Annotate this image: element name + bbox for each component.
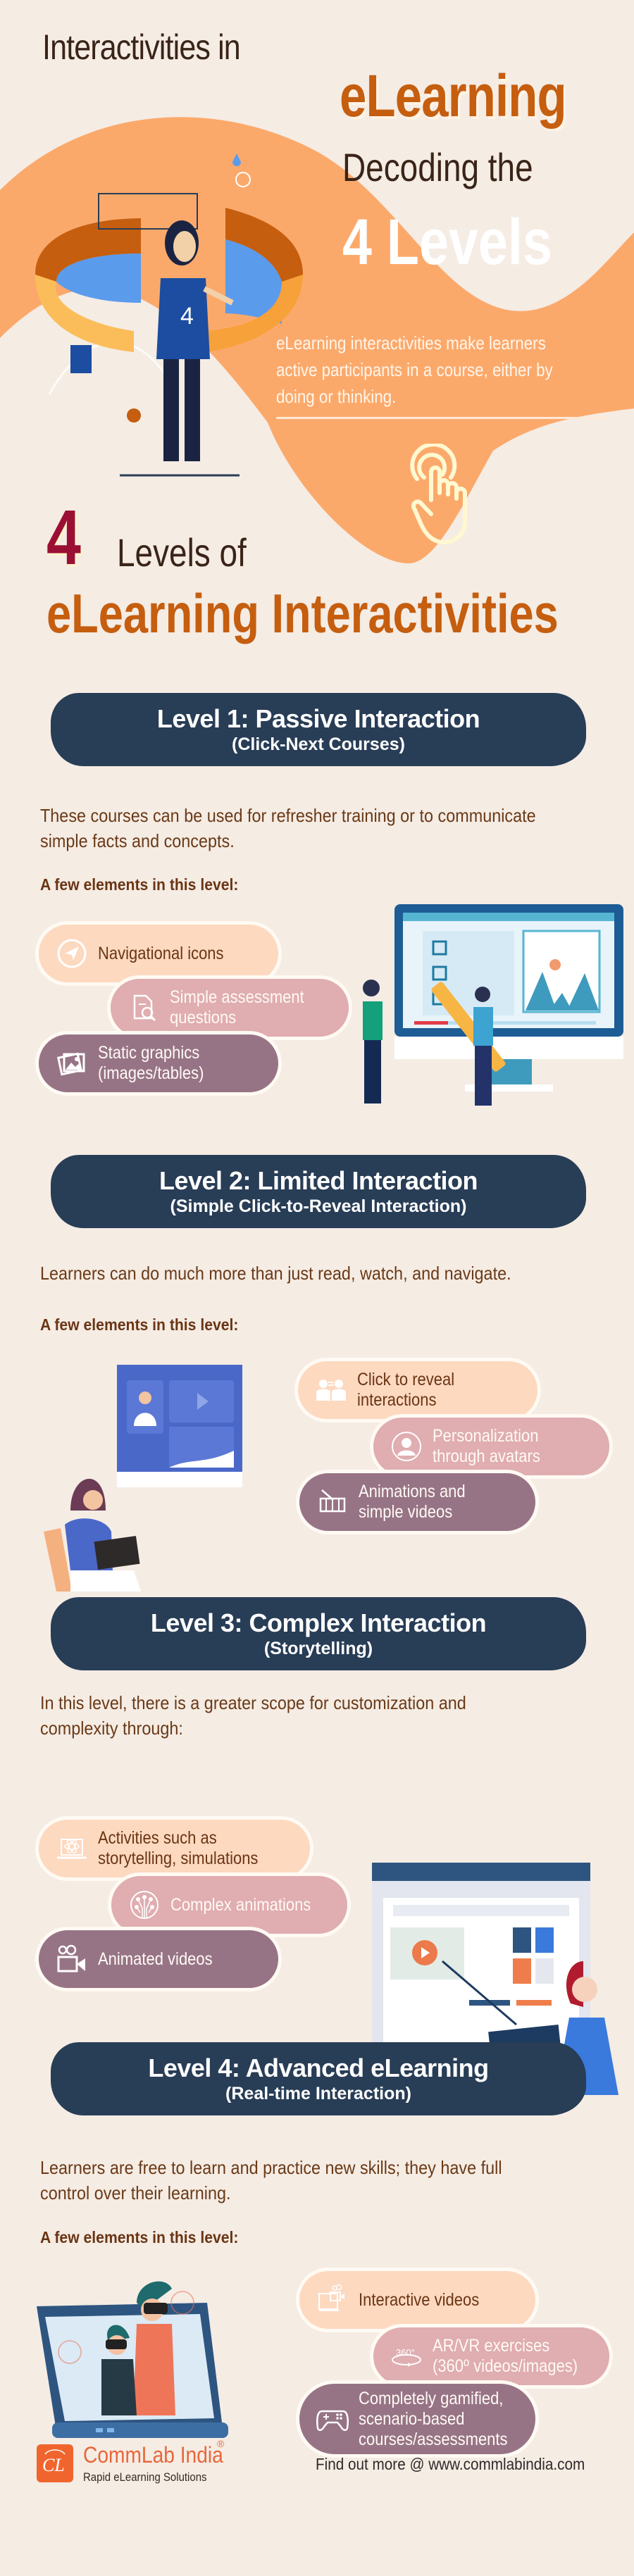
element-label: Static graphics (images/tables) (98, 1043, 204, 1083)
film-strip-icon (319, 1489, 346, 1513)
hero-description: eLearning interactivities make learners … (276, 332, 553, 407)
level-4-subtitle: (Real-time Interaction) (225, 2084, 411, 2103)
level-3-title: Level 3: Complex Interaction (150, 1608, 487, 1637)
element-label: Animations and simple videos (359, 1482, 466, 1522)
hero-title-4-levels: 4 Levels (342, 206, 552, 278)
hero-title-line-1: Interactivities in (42, 27, 241, 67)
element-label: Click to reveal interactions (357, 1370, 455, 1410)
level-3-subtitle: (Storytelling) (263, 1639, 373, 1658)
level-2-element-click-to-reveal: Click to reveal interactions (294, 1358, 541, 1423)
level-4-element-ar-vr: 360° AR/VR exercises (360º videos/images… (370, 2324, 613, 2389)
section-number-four: 4 (46, 494, 81, 581)
level-3-banner: Level 3: Complex Interaction (Storytelli… (51, 1597, 586, 1670)
level-4-element-interactive-videos: Interactive videos (296, 2268, 539, 2332)
images-icon (57, 1052, 85, 1076)
level-3-description: In this level, there is a greater scope … (40, 1692, 466, 1739)
level-4-title: Level 4: Advanced eLearning (148, 2053, 489, 2082)
level-1-banner: Level 1: Passive Interaction (Click-Next… (51, 693, 586, 766)
interactive-video-icon (318, 2284, 344, 2311)
level-1-title: Level 1: Passive Interaction (156, 704, 480, 733)
element-label: Complex animations (170, 1894, 311, 1915)
level-4-description: Learners are free to learn and practice … (40, 2157, 502, 2203)
level-2-subtitle: (Simple Click-to-Reveal Interaction) (170, 1196, 467, 1216)
level-1-element-static-graphics: Static graphics (images/tables) (35, 1031, 282, 1096)
video-camera-icon (57, 1944, 85, 1972)
level-4-vr-users-illustration (37, 2281, 228, 2438)
level-1-monitor-illustration (363, 904, 623, 1106)
jersey-number: 4 (180, 303, 194, 330)
level-3-element-animated-videos: Animated videos (35, 1927, 282, 1992)
section-title-line-1: Levels of (117, 530, 247, 575)
brand-tagline: Rapid eLearning Solutions (83, 2470, 207, 2484)
element-label: Activities such as storytelling, simulat… (98, 1828, 259, 1868)
level-2-elements-heading: A few elements in this level: (40, 1315, 239, 1334)
navigation-arrow-icon (57, 939, 87, 968)
svg-text:CL: CL (42, 2455, 65, 2475)
hero-title-decoding: Decoding the (342, 145, 533, 189)
hero-woman-illustration: 4 (35, 154, 303, 477)
hero-divider (276, 417, 607, 419)
avatar-icon (392, 1432, 421, 1461)
level-2-element-animations: Animations and simple videos (296, 1470, 539, 1534)
element-label: AR/VR exercises (360º videos/images) (433, 2336, 578, 2376)
level-2-description: Learners can do much more than just read… (40, 1263, 511, 1284)
tap-hand-icon (410, 444, 467, 544)
brand-name[interactable]: CommLab India (83, 2442, 223, 2468)
element-label: Interactive videos (359, 2289, 480, 2310)
hero-title-elearning: eLearning (340, 63, 567, 129)
gamepad-icon (316, 2410, 349, 2431)
level-1-subtitle: (Click-Next Courses) (232, 734, 405, 754)
element-label: Animated videos (98, 1949, 213, 1969)
level-3-element-activities: Activities such as storytelling, simulat… (35, 1816, 313, 1881)
360-rotate-icon: 360° (392, 2347, 421, 2367)
section-title-line-2: eLearning Interactivities (46, 582, 559, 644)
registered-mark: ® (217, 2438, 225, 2449)
people-exchange-icon (316, 1380, 346, 1401)
level-1-description: These courses can be used for refresher … (40, 805, 536, 851)
level-4-element-gamified: Completely gamified, scenario-based cour… (296, 2380, 539, 2458)
level-2-woman-with-tablet-illustration (44, 1365, 242, 1592)
commlab-logo-icon: CL (42, 2449, 66, 2475)
element-label: Navigational icons (98, 943, 224, 963)
laptop-atom-icon (57, 1839, 87, 1859)
element-label: Personalization through avatars (433, 1426, 540, 1466)
element-label: Simple assessment questions (170, 987, 304, 1027)
level-2-banner: Level 2: Limited Interaction (Simple Cli… (51, 1155, 586, 1228)
commlab-logo-mark[interactable]: CL (37, 2444, 73, 2482)
level-4-elements-heading: A few elements in this level: (40, 2228, 239, 2246)
element-label: Completely gamified, scenario-based cour… (359, 2388, 508, 2449)
document-search-icon (133, 994, 156, 1022)
circuit-globe-icon (130, 1891, 158, 1919)
level-2-title: Level 2: Limited Interaction (158, 1166, 478, 1195)
website-link[interactable]: Find out more @ www.commlabindia.com (316, 2455, 585, 2474)
level-4-banner: Level 4: Advanced eLearning (Real-time I… (51, 2042, 586, 2115)
level-1-elements-heading: A few elements in this level: (40, 875, 239, 894)
